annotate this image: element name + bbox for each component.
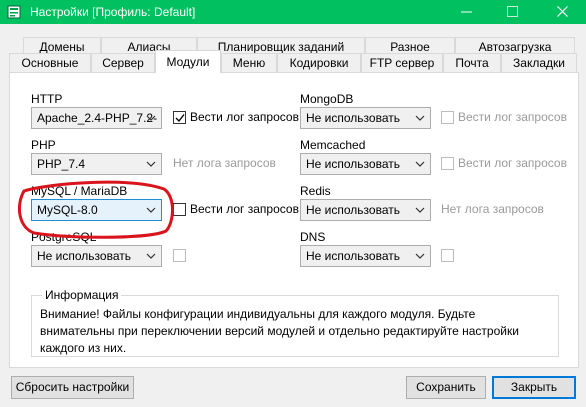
info-group: Информация Внимание! Файлы конфигурации … — [31, 288, 559, 357]
postgresql-label: PostgreSQL — [31, 230, 97, 244]
http-log-label[interactable]: Вести лог запросов — [190, 110, 299, 124]
modules-panel: HTTP Apache_2.4-PHP_7.2- Вести лог запро… — [9, 72, 579, 368]
http-select-value: Apache_2.4-PHP_7.2- — [37, 111, 158, 125]
mongodb-label: MongoDB — [300, 92, 354, 106]
http-log-checkbox[interactable] — [173, 111, 186, 124]
checkmark-icon — [175, 114, 185, 123]
postgresql-log-checkbox — [173, 249, 186, 262]
close-button[interactable]: Закрыть — [492, 376, 576, 399]
php-select[interactable]: PHP_7.4 — [31, 153, 162, 175]
info-title: Информация — [42, 288, 122, 302]
redis-select-value: Не использовать — [306, 203, 400, 217]
memcached-log-label: Вести лог запросов — [458, 156, 567, 170]
info-text: Внимание! Файлы конфигурации индивидуаль… — [40, 307, 519, 355]
mysql-log-checkbox[interactable] — [173, 203, 186, 216]
close-window-button[interactable] — [540, 0, 586, 24]
redis-no-log-text: Нет лога запросов — [441, 202, 544, 216]
mysql-log-label[interactable]: Вести лог запросов — [190, 202, 299, 216]
title-bar[interactable]: Настройки [Профиль: Default] — [0, 0, 586, 24]
mysql-label: MySQL / MariaDB — [31, 184, 128, 198]
mongodb-select-value: Не использовать — [306, 111, 400, 125]
minimize-button[interactable] — [444, 0, 490, 24]
close-icon — [557, 6, 568, 17]
chevron-down-icon — [146, 161, 156, 167]
mongodb-log-label: Вести лог запросов — [458, 110, 567, 124]
mongodb-log-checkbox — [441, 111, 454, 124]
tab-menu[interactable]: Меню — [221, 53, 277, 72]
memcached-log-checkbox — [441, 157, 454, 170]
window-title: Настройки [Профиль: Default] — [30, 5, 196, 19]
minimize-icon — [461, 11, 472, 13]
postgresql-select-value: Не использовать — [37, 249, 131, 263]
maximize-icon — [507, 6, 518, 17]
maximize-button[interactable] — [490, 0, 536, 24]
tab-mail[interactable]: Почта — [443, 53, 501, 72]
chevron-down-icon — [146, 207, 156, 213]
mongodb-select[interactable]: Не использовать — [300, 107, 431, 129]
http-select[interactable]: Apache_2.4-PHP_7.2- — [31, 107, 162, 129]
chevron-down-icon — [415, 253, 425, 259]
chevron-down-icon — [415, 161, 425, 167]
dns-label: DNS — [300, 230, 326, 244]
app-icon — [7, 5, 21, 19]
tab-general[interactable]: Основные — [9, 53, 91, 72]
tab-encodings[interactable]: Кодировки — [277, 53, 361, 72]
dns-select-value: Не использовать — [306, 249, 400, 263]
tab-server[interactable]: Сервер — [91, 53, 155, 72]
chevron-down-icon — [146, 253, 156, 259]
save-button[interactable]: Сохранить — [406, 376, 486, 399]
http-label: HTTP — [31, 92, 63, 106]
tab-modules[interactable]: Модули — [155, 50, 221, 73]
php-select-value: PHP_7.4 — [37, 157, 86, 171]
redis-label: Redis — [300, 184, 331, 198]
mysql-select[interactable]: MySQL-8.0 — [31, 199, 162, 221]
php-label: PHP — [31, 138, 56, 152]
chevron-down-icon — [415, 115, 425, 121]
chevron-down-icon — [146, 115, 156, 121]
dns-select[interactable]: Не использовать — [300, 245, 431, 267]
mysql-select-value: MySQL-8.0 — [37, 203, 98, 217]
memcached-select[interactable]: Не использовать — [300, 153, 431, 175]
dns-log-checkbox — [441, 249, 454, 262]
settings-window: Домены Алиасы Планировщик заданий Разное… — [0, 24, 586, 407]
tab-ftp-server[interactable]: FTP сервер — [361, 53, 443, 72]
memcached-select-value: Не использовать — [306, 157, 400, 171]
tab-bookmarks[interactable]: Закладки — [501, 53, 577, 72]
reset-settings-button[interactable]: Сбросить настройки — [11, 376, 134, 399]
memcached-label: Memcached — [300, 138, 366, 152]
redis-select[interactable]: Не использовать — [300, 199, 431, 221]
chevron-down-icon — [415, 207, 425, 213]
php-no-log-text: Нет лога запросов — [173, 156, 276, 170]
postgresql-select[interactable]: Не использовать — [31, 245, 162, 267]
